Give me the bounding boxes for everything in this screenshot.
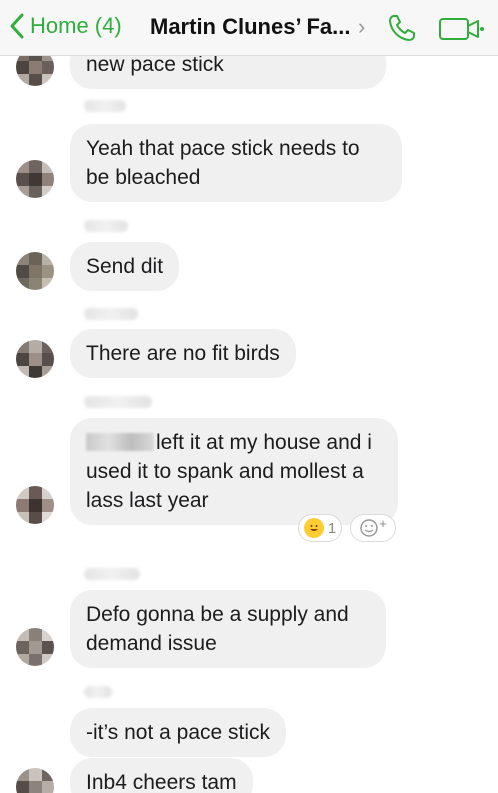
message-text: There are no fit birds [86,342,280,365]
message-text: -it’s not a pace stick [86,721,271,744]
message-text: Inb4 cheers tam [86,771,237,793]
sender-name [84,686,112,698]
conversation-title[interactable]: Martin Clunes’ Fa... [150,14,350,40]
reaction-badge[interactable]: 1 [298,514,342,542]
avatar[interactable] [16,160,54,198]
sender-name [84,100,126,112]
phone-icon[interactable] [386,12,418,44]
avatar[interactable] [16,628,54,666]
sender-name [84,568,140,580]
redacted-name [86,433,154,451]
add-reaction-button[interactable]: + [350,514,396,542]
sender-name [84,220,128,232]
chat-header: Home (4) Martin Clunes’ Fa... › [0,0,498,56]
add-reaction-icon [360,519,378,537]
avatar[interactable] [16,768,54,793]
message-bubble[interactable]: Yeah that pace stick needs to be bleache… [70,124,402,202]
message-bubble[interactable]: Inb4 cheers tam [70,758,253,793]
message-text: Yeah that pace stick needs to be bleache… [86,137,360,189]
add-reaction-plus: + [379,515,387,531]
message-text: Defo gonna be a supply and demand issue [86,603,349,655]
emoji-icon [303,518,324,538]
message-bubble[interactable]: Send dit [70,242,180,291]
avatar[interactable] [16,252,54,290]
message-bubble[interactable]: left it at my house and i used it to spa… [70,418,398,525]
reaction-count: 1 [327,519,337,537]
avatar[interactable] [16,340,54,378]
video-icon[interactable] [438,16,484,42]
message-bubble[interactable]: new pace stick [70,56,386,89]
message-text: new pace stick [86,56,224,76]
message-list[interactable]: new pace stick Yeah that pace stick need… [0,56,498,793]
avatar[interactable] [16,56,54,86]
message-bubble[interactable]: Defo gonna be a supply and demand issue [70,590,386,668]
sender-name [84,396,152,408]
avatar[interactable] [16,486,54,524]
title-chevron-icon[interactable]: › [358,14,365,40]
back-label: Home (4) [30,13,122,38]
back-chevron-icon [10,13,24,39]
message-bubble[interactable]: There are no fit birds [70,329,296,378]
message-bubble[interactable]: -it’s not a pace stick [70,708,287,757]
message-text: Send dit [86,255,164,278]
sender-name [84,308,138,320]
back-button[interactable]: Home (4) [8,12,122,40]
